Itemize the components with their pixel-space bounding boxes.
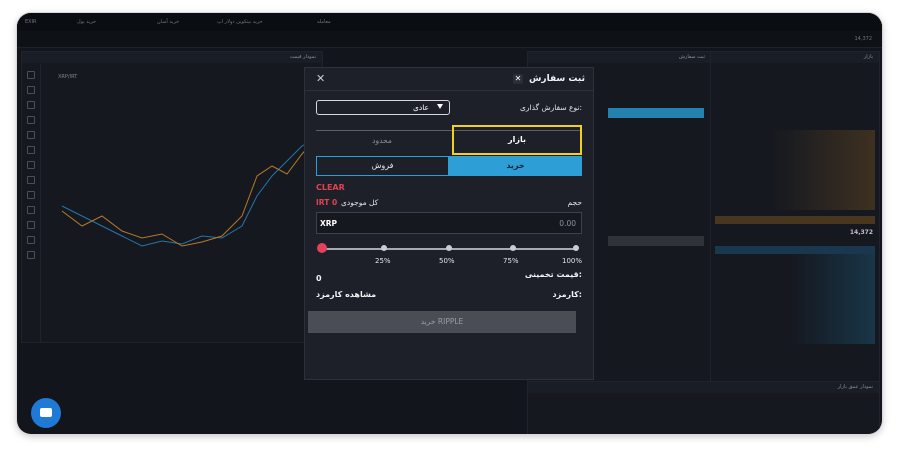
chat-icon [40,408,52,417]
view-fee-link[interactable]: مشاهده کارمزد [316,290,376,299]
slider-handle[interactable] [317,243,327,253]
volume-label: حجم [567,198,582,207]
slider-step[interactable] [510,245,516,251]
volume-input[interactable]: XRP 0.00 [316,212,582,234]
chevron-down-icon [437,104,443,109]
chat-support-button[interactable] [31,398,61,428]
estimated-price-value: 0 [316,274,322,283]
modal-title: ثبت سفارش [528,74,585,84]
close-icon[interactable]: ✕ [513,74,523,84]
clear-button[interactable]: CLEAR [316,183,345,192]
modal-title-bar: ثبت سفارش ✕ [473,68,593,88]
slider-tick-label: 50% [439,257,455,265]
estimated-price-label: قیمت تخمینی: [524,270,582,279]
close-icon[interactable]: ✕ [316,72,325,85]
volume-value: 0.00 [559,219,576,228]
balance-value: IRT 0 [316,198,338,207]
slider-step[interactable] [446,245,452,251]
buy-side-button[interactable]: خرید [449,156,582,176]
order-modal: ✕ ثبت سفارش ✕ نوع سفارش گذاری: عادی محدو… [304,67,594,380]
slider-step[interactable] [573,245,579,251]
fee-label: کارمزد: [552,290,583,299]
order-type-label: نوع سفارش گذاری: [520,103,582,112]
slider-tick-label: 25% [375,257,391,265]
slider-step[interactable] [381,245,387,251]
order-type-value: عادی [413,103,429,112]
tab-market[interactable]: بازار [452,125,582,155]
balance-label: کل موجودی [341,198,379,207]
tab-limit[interactable]: محدود [316,134,448,148]
order-type-select[interactable]: عادی [316,100,450,115]
slider-tick-label: 75% [503,257,519,265]
divider [305,90,593,91]
slider-tick-label: 100% [562,257,583,265]
volume-unit: XRP [320,219,338,228]
sell-side-button[interactable]: فروش [316,156,449,176]
submit-buy-button[interactable]: خرید RIPPLE [308,311,576,333]
